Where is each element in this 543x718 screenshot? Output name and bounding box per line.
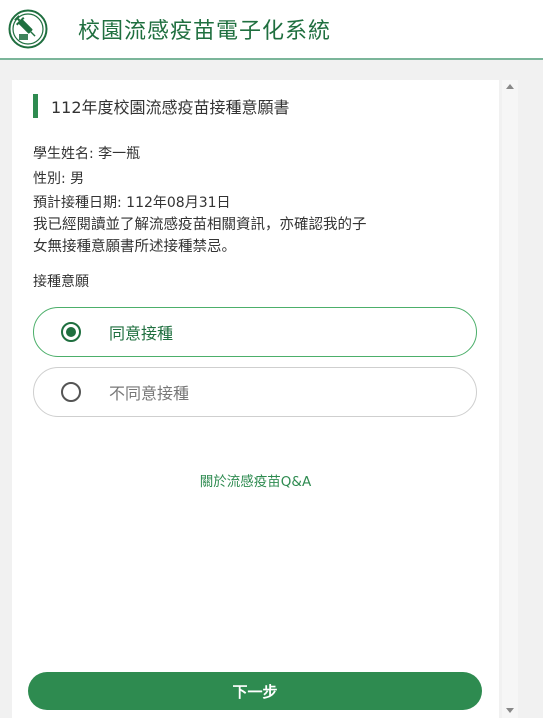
student-gender: 性別: 男 <box>33 171 85 187</box>
scroll-up-arrow-icon[interactable] <box>506 84 514 89</box>
declaration-text: 我已經閱讀並了解流感疫苗相關資訊，亦確認我的子 女無接種意願書所述接種禁忌。 <box>33 214 473 258</box>
declaration-line: 女無接種意願書所述接種禁忌。 <box>33 239 236 255</box>
radio-unselected-icon[interactable] <box>61 382 81 402</box>
student-name: 學生姓名: 李一瓶 <box>33 146 141 162</box>
next-step-button[interactable]: 下一步 <box>28 672 482 710</box>
declaration-line: 我已經閱讀並了解流感疫苗相關資訊，亦確認我的子 <box>33 217 367 233</box>
title-accent-bar <box>33 94 38 118</box>
flu-vaccine-qa-link[interactable]: 關於流感疫苗Q&A <box>0 470 511 490</box>
app-title: 校園流感疫苗電子化系統 <box>78 19 332 44</box>
consent-option-agree[interactable]: 同意接種 <box>33 307 477 357</box>
app-header: 校園流感疫苗電子化系統 <box>0 0 543 60</box>
consent-option-disagree[interactable]: 不同意接種 <box>33 367 477 417</box>
option-label: 同意接種 <box>109 324 174 343</box>
scheduled-date: 預計接種日期: 112年08月31日 <box>33 195 231 211</box>
form-title: 112年度校園流感疫苗接種意願書 <box>51 98 290 117</box>
form-section-title: 112年度校園流感疫苗接種意願書 <box>33 94 290 118</box>
vaccine-logo-icon <box>8 9 48 49</box>
option-label: 不同意接種 <box>109 384 190 403</box>
scroll-down-arrow-icon[interactable] <box>506 708 514 713</box>
radio-selected-icon[interactable] <box>61 322 81 342</box>
scrollbar[interactable] <box>502 80 518 718</box>
consent-label: 接種意願 <box>33 274 89 290</box>
